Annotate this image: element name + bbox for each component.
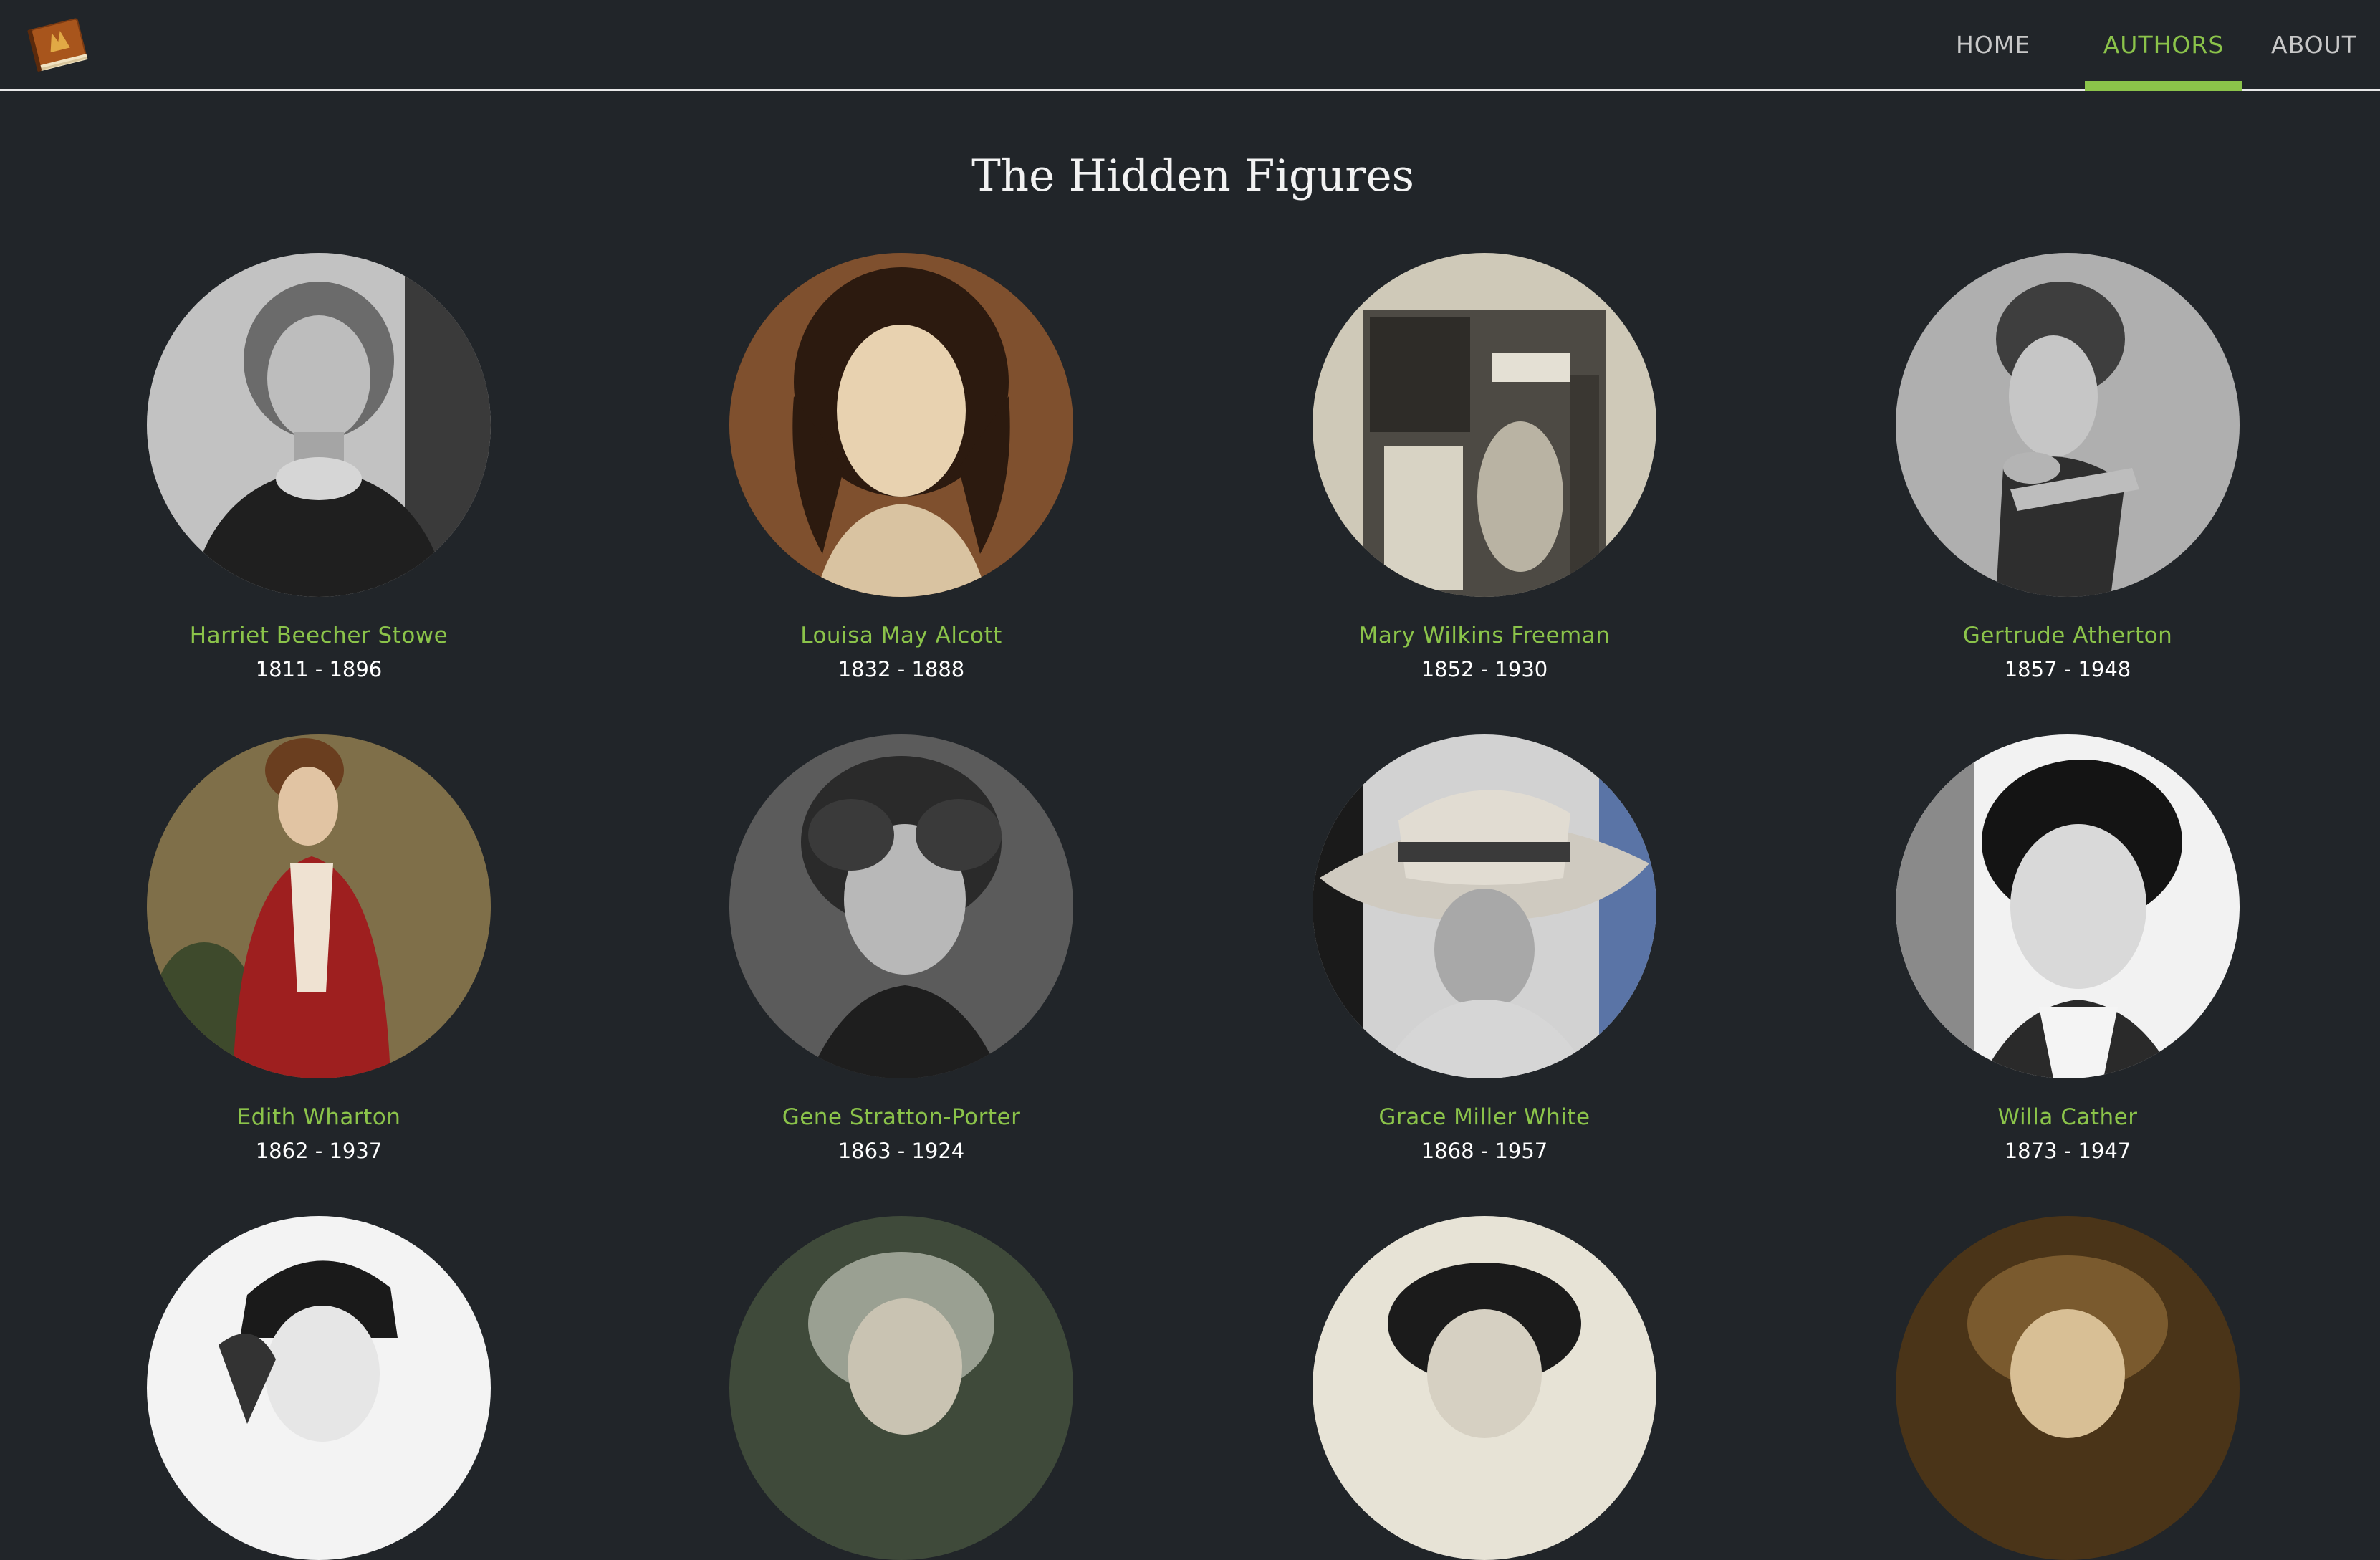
author-portrait[interactable] — [147, 253, 491, 597]
author-portrait[interactable] — [729, 253, 1073, 597]
nav-authors[interactable]: AUTHORS — [2085, 0, 2242, 91]
author-portrait[interactable] — [1896, 1216, 2240, 1560]
author-portrait[interactable] — [1896, 253, 2240, 597]
author-portrait[interactable] — [147, 734, 491, 1078]
author-card[interactable]: Grace Miller White 1868 - 1957 — [1305, 734, 1664, 1163]
author-card[interactable]: Mary Wilkins Freeman 1852 - 1930 — [1305, 253, 1664, 681]
author-card[interactable] — [1305, 1216, 1664, 1560]
author-name[interactable]: Gene Stratton-Porter — [722, 1104, 1080, 1130]
author-years: 1873 - 1947 — [2004, 1139, 2131, 1163]
author-name[interactable]: Louisa May Alcott — [722, 623, 1080, 649]
author-portrait[interactable] — [1896, 734, 2240, 1078]
author-years: 1857 - 1948 — [2004, 657, 2131, 681]
author-card[interactable]: Gene Stratton-Porter 1863 - 1924 — [722, 734, 1080, 1163]
author-portrait[interactable] — [147, 1216, 491, 1560]
author-years: 1868 - 1957 — [1421, 1139, 1548, 1163]
author-card[interactable]: Louisa May Alcott 1832 - 1888 — [722, 253, 1080, 681]
author-card[interactable] — [1889, 1216, 2247, 1560]
author-name[interactable]: Edith Wharton — [140, 1104, 498, 1130]
author-portrait[interactable] — [729, 734, 1073, 1078]
author-card[interactable] — [140, 1216, 498, 1560]
top-navbar: HOME AUTHORS ABOUT — [0, 0, 2380, 91]
author-name[interactable]: Mary Wilkins Freeman — [1305, 623, 1664, 649]
author-card[interactable]: Harriet Beecher Stowe 1811 - 1896 — [140, 253, 498, 681]
book-logo-icon[interactable] — [23, 13, 95, 75]
nav-about[interactable]: ABOUT — [2251, 0, 2377, 89]
author-portrait[interactable] — [729, 1216, 1073, 1560]
author-years: 1862 - 1937 — [255, 1139, 383, 1163]
nav-home[interactable]: HOME — [1910, 0, 2076, 89]
author-card[interactable]: Edith Wharton 1862 - 1937 — [140, 734, 498, 1163]
author-card[interactable] — [722, 1216, 1080, 1560]
author-years: 1863 - 1924 — [838, 1139, 965, 1163]
author-name[interactable]: Gertrude Atherton — [1889, 623, 2247, 649]
nav-links: HOME AUTHORS ABOUT — [1910, 0, 2380, 91]
author-years: 1811 - 1896 — [255, 657, 383, 681]
author-name[interactable]: Grace Miller White — [1305, 1104, 1664, 1130]
page-title: The Hidden Figures — [971, 150, 1414, 201]
author-card[interactable]: Willa Cather 1873 - 1947 — [1889, 734, 2247, 1163]
author-portrait[interactable] — [1313, 253, 1656, 597]
author-years: 1852 - 1930 — [1421, 657, 1548, 681]
author-card[interactable]: Gertrude Atherton 1857 - 1948 — [1889, 253, 2247, 681]
author-years: 1832 - 1888 — [838, 657, 965, 681]
author-name[interactable]: Harriet Beecher Stowe — [140, 623, 498, 649]
author-portrait[interactable] — [1313, 734, 1656, 1078]
author-portrait[interactable] — [1313, 1216, 1656, 1560]
author-name[interactable]: Willa Cather — [1889, 1104, 2247, 1130]
